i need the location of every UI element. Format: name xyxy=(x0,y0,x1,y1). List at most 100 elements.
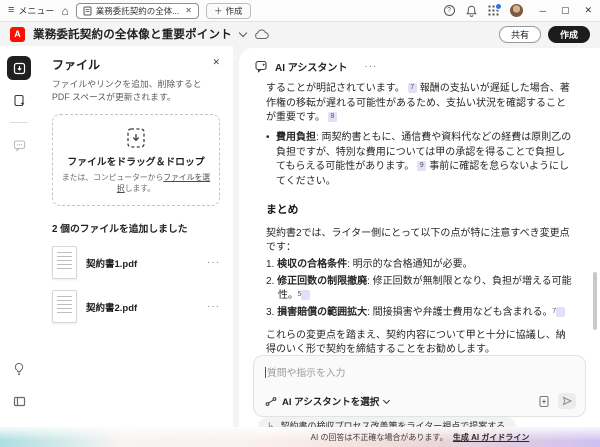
panel-toggle-icon[interactable] xyxy=(7,389,31,413)
title-bar: A 業務委託契約の全体像と重要ポイント 共有 作成 xyxy=(0,22,600,46)
ai-assistant-title: AI アシスタント xyxy=(275,59,347,74)
suggestion-chip[interactable]: ↳ 契約書の検収プロセス改善策をライター視点で提案する xyxy=(258,417,516,427)
workspace: ファイル ✕ ファイルやリンクを追加、削除すると PDF スペースが更新されます… xyxy=(0,46,600,447)
files-panel-title: ファイル xyxy=(52,56,100,73)
notifications-bell-icon[interactable] xyxy=(466,5,477,17)
scrollbar-thumb[interactable] xyxy=(593,272,597,330)
files-added-label: 2 個のファイルを追加しました xyxy=(52,221,220,235)
ai-text: : 間接損害や弁護士費用なども含まれる。 xyxy=(367,307,553,318)
text-cursor xyxy=(265,367,266,378)
menu-button[interactable]: ≡ メニュー xyxy=(8,4,54,17)
tab-title: 業務委託契約の全体... xyxy=(96,5,180,17)
ai-bold-text: 修正回数の制限撤廃 xyxy=(277,276,367,287)
file-name: 契約書1.pdf xyxy=(86,256,137,270)
ai-guidelines-link[interactable]: 生成 AI ガイドライン xyxy=(453,433,529,442)
ai-paragraph: することが明記されています。7報酬の支払いが遅延した場合、著作権の移転が遅れる可… xyxy=(266,82,574,126)
prompt-composer[interactable]: 質問や指示を入力 AI アシスタントを選択 xyxy=(253,355,586,417)
citation-badge[interactable]: 5 xyxy=(301,290,310,300)
item-number: 2. xyxy=(266,276,274,287)
new-tab-button[interactable]: ＋ 作成 xyxy=(206,3,251,19)
comments-icon[interactable] xyxy=(7,133,31,157)
ai-disclaimer-text: AI の回答は不正確な場合があります。 xyxy=(311,433,448,442)
help-icon[interactable]: ? xyxy=(444,5,455,16)
file-overflow-menu-icon[interactable]: ··· xyxy=(207,257,220,268)
ai-assistant-header: AI アシスタント ··· xyxy=(239,48,600,80)
summary-heading: まとめ xyxy=(266,203,574,219)
acrobat-logo-icon: A xyxy=(10,27,25,42)
rail-divider xyxy=(10,122,28,123)
window-minimize-icon[interactable]: ─ xyxy=(540,6,546,16)
summary-intro: 契約書2では、ライター側にとって以下の点が特に注意すべき変更点です： xyxy=(266,227,574,256)
numbered-item: 2. 修正回数の制限撤廃: 修正回数が無制限となり、負担が増える可能性。5 xyxy=(266,275,574,304)
lightbulb-icon[interactable] xyxy=(7,357,31,381)
ai-text: : 明示的な合格通知が必要。 xyxy=(347,259,473,270)
upload-icon xyxy=(124,126,148,150)
page-title: 業務委託契約の全体像と重要ポイント xyxy=(33,26,232,42)
dropzone-hint: または、コンピューターからファイルを選択します。 xyxy=(61,172,211,194)
app-switcher-icon[interactable] xyxy=(488,5,499,16)
dropzone-title: ファイルをドラッグ＆ドロップ xyxy=(67,154,204,168)
tab-document-icon xyxy=(83,6,92,16)
ai-disclaimer-footer: AI の回答は不正確な場合があります。 生成 AI ガイドライン xyxy=(0,427,600,447)
left-rail xyxy=(0,46,38,427)
attach-document-icon[interactable] xyxy=(538,395,550,408)
citation-badge[interactable]: 7 xyxy=(556,307,565,317)
plus-icon: ＋ xyxy=(214,5,223,17)
window-close-icon[interactable]: ✕ xyxy=(584,5,592,16)
cloud-status-icon xyxy=(254,29,269,40)
user-avatar[interactable] xyxy=(510,4,523,17)
send-button[interactable] xyxy=(558,393,576,409)
ai-bold-text: 費用負担 xyxy=(276,132,316,143)
window-maximize-icon[interactable]: ▢ xyxy=(561,5,570,16)
send-icon xyxy=(562,396,572,406)
files-panel-close-icon[interactable]: ✕ xyxy=(212,56,220,67)
dropzone-hint-post: します。 xyxy=(125,184,155,193)
file-overflow-menu-icon[interactable]: ··· xyxy=(207,301,220,312)
numbered-item: 3. 損害賠償の範囲拡大: 間接損害や弁護士費用なども含まれる。7 xyxy=(266,306,574,321)
document-sparkle-icon[interactable] xyxy=(7,88,31,112)
file-row[interactable]: 契約書2.pdf ··· xyxy=(52,290,220,323)
selector-chevron-down-icon xyxy=(383,396,390,403)
suggestion-label: 契約書の検収プロセス改善策をライター視点で提案する xyxy=(281,420,506,427)
ai-assistant-panel: AI アシスタント ··· することが明記されています。7報酬の支払いが遅延した… xyxy=(239,48,600,427)
prompt-placeholder: 質問や指示を入力 xyxy=(267,365,345,379)
files-panel-description: ファイルやリンクを追加、削除すると PDF スペースが更新されます。 xyxy=(52,78,220,104)
ai-assistant-icon xyxy=(255,60,268,73)
create-button[interactable]: 作成 xyxy=(548,26,590,43)
file-row[interactable]: 契約書1.pdf ··· xyxy=(52,246,220,279)
ai-bold-text: 検収の合格条件 xyxy=(277,259,347,270)
citation-badge[interactable]: 7 xyxy=(408,83,417,93)
chip-arrow-icon: ↳ xyxy=(267,420,275,427)
title-chevron-down-icon[interactable] xyxy=(239,28,247,36)
numbered-item: 1. 検収の合格条件: 明示的な合格通知が必要。 xyxy=(266,258,574,273)
item-number: 1. xyxy=(266,259,274,270)
citation-badge[interactable]: 8 xyxy=(328,112,337,122)
closing-paragraph: これらの変更点を踏まえ、契約内容について甲と十分に協議し、納得のいく形で契約を締… xyxy=(266,329,574,358)
share-label: 共有 xyxy=(511,28,529,41)
file-name: 契約書2.pdf xyxy=(86,300,137,314)
pdf-thumbnail xyxy=(52,246,77,279)
document-tab[interactable]: 業務委託契約の全体... ✕ xyxy=(76,3,199,19)
item-number: 3. xyxy=(266,307,274,318)
ai-bold-text: 損害賠償の範囲拡大 xyxy=(277,307,367,318)
ai-overflow-menu-icon[interactable]: ··· xyxy=(364,61,377,72)
dropzone-hint-pre: または、コンピューターから xyxy=(62,173,163,182)
files-panel-icon[interactable] xyxy=(7,56,31,80)
home-icon[interactable]: ⌂ xyxy=(61,5,68,17)
create-label: 作成 xyxy=(560,28,578,41)
assistant-selector[interactable]: AI アシスタントを選択 xyxy=(265,394,389,408)
ai-text: することが明記されています。 xyxy=(266,83,405,94)
ai-bullet-item: 費用負担: 両契約書ともに、通信費や資料代などの経費は原則乙の負担ですが、特別な… xyxy=(266,131,574,190)
assistant-selector-icon xyxy=(265,396,277,407)
share-button[interactable]: 共有 xyxy=(499,26,541,43)
prompt-input[interactable]: 質問や指示を入力 xyxy=(265,365,575,379)
tab-close-icon[interactable]: ✕ xyxy=(185,6,192,15)
citation-badge[interactable]: 9 xyxy=(417,161,426,171)
file-dropzone[interactable]: ファイルをドラッグ＆ドロップ または、コンピューターからファイルを選択します。 xyxy=(52,114,220,206)
menu-label: メニュー xyxy=(18,4,54,17)
browser-bar: ≡ メニュー ⌂ 業務委託契約の全体... ✕ ＋ 作成 ? ─ ▢ ✕ xyxy=(0,0,600,22)
pdf-thumbnail xyxy=(52,290,77,323)
assistant-selector-label: AI アシスタントを選択 xyxy=(282,394,379,408)
files-panel: ファイル ✕ ファイルやリンクを追加、削除すると PDF スペースが更新されます… xyxy=(38,46,233,427)
new-tab-label: 作成 xyxy=(226,5,243,17)
